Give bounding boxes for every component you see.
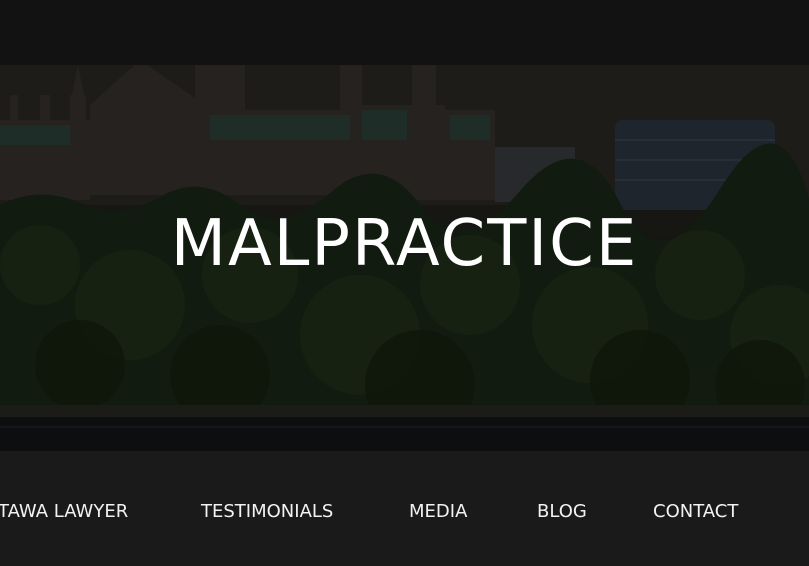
top-bar — [0, 0, 809, 65]
main-navigation: TAWA LAWYER TESTIMONIALS MEDIA BLOG CONT… — [0, 451, 809, 566]
hero-banner: MALPRACTICE — [0, 65, 809, 451]
nav-item-contact[interactable]: CONTACT — [653, 501, 738, 522]
nav-item-media[interactable]: MEDIA — [409, 501, 467, 522]
nav-item-ottawa-lawyer[interactable]: TAWA LAWYER — [0, 501, 128, 522]
nav-item-blog[interactable]: BLOG — [537, 501, 587, 522]
nav-item-testimonials[interactable]: TESTIMONIALS — [201, 501, 333, 522]
hero-title: MALPRACTICE — [170, 207, 639, 281]
